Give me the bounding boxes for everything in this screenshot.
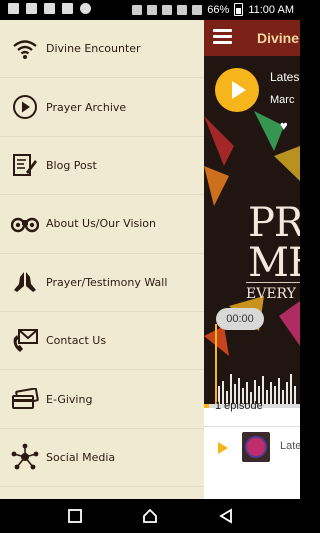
artwork-text-line2: ME [248,240,300,286]
audio-player: Lates Marc ♥ PR ME EVERY 00:00 [204,56,300,408]
drawer-item-blog-post[interactable]: Blog Post [0,137,204,196]
drawer-item-prayer-wall[interactable]: Prayer/Testimony Wall [0,254,204,312]
play-icon [232,81,246,99]
alarm-icon [132,4,143,15]
episodes-count: 1 episode [215,400,263,412]
system-icons: 66% 11:00 AM [132,3,294,16]
drawer-label: Prayer Archive [46,100,127,114]
notification-icons [8,3,91,14]
network-icon [11,443,39,471]
back-button[interactable] [218,508,234,524]
main-content: Divine E Lates [204,20,300,499]
drawer-item-divine-encounter[interactable]: Divine Encounter [0,20,204,79]
drawer-item-social-media[interactable]: Social Media [0,429,204,488]
play-circle-icon [11,93,39,121]
artwork-divider [246,282,300,283]
app-bar: Divine E [204,20,300,56]
episode-row[interactable]: Late [204,426,300,472]
play-button[interactable] [215,68,259,112]
credit-card-icon [11,385,39,413]
clock: 11:00 AM [248,3,294,16]
news-icon [62,3,73,14]
wifi-signal-icon [11,35,39,63]
photo-icon [44,3,55,14]
drawer-label: Blog Post [46,158,97,172]
artwork-text-line1: PR [248,200,300,246]
drawer-label: Contact Us [46,334,107,348]
signal-2-icon [192,4,203,15]
praying-hands-icon [11,268,39,296]
drawer-label: Social Media [46,450,116,464]
drawer-label: Prayer/Testimony Wall [46,275,168,289]
blog-edit-icon [11,151,39,179]
phone-mail-icon [11,327,39,355]
current-time: 00:00 [216,308,264,330]
app-title: Divine E [257,30,300,46]
binoculars-icon [11,210,39,238]
battery-icon [234,3,244,16]
signal-icon [177,4,188,15]
artwork-text-line3: EVERY [246,286,296,302]
block-icon [80,3,91,14]
playhead[interactable] [215,324,217,404]
drawer-item-e-giving[interactable]: E-Giving [0,370,204,429]
episode-date: Marc [270,94,295,106]
battery-percent: 66% [207,3,230,16]
episode-row-title: Late [280,440,300,452]
heart-icon[interactable]: ♥ [280,118,288,133]
progress-fill [204,404,209,408]
episode-thumbnail [242,432,270,462]
drawer-label: Divine Encounter [46,42,141,56]
vibrate-icon [147,4,158,15]
notification-icon [8,3,19,14]
warning-icon [26,3,37,14]
play-icon[interactable] [218,442,228,454]
drawer-label: E-Giving [46,392,93,406]
drawer-item-about-us[interactable]: About Us/Our Vision [0,195,204,254]
nav-drawer: Divine Encounter Prayer Archive Blog Pos… [0,20,205,499]
drawer-item-contact-us[interactable]: Contact Us [0,312,204,371]
drawer-label: About Us/Our Vision [46,217,156,231]
system-nav-bar [0,499,300,533]
recents-button[interactable] [67,508,83,524]
status-bar: 66% 11:00 AM [0,0,300,20]
menu-icon[interactable] [213,29,232,45]
episode-title: Lates [270,70,300,84]
drawer-item-prayer-archive[interactable]: Prayer Archive [0,78,204,137]
home-button[interactable] [142,508,158,524]
wifi-icon [162,4,173,15]
